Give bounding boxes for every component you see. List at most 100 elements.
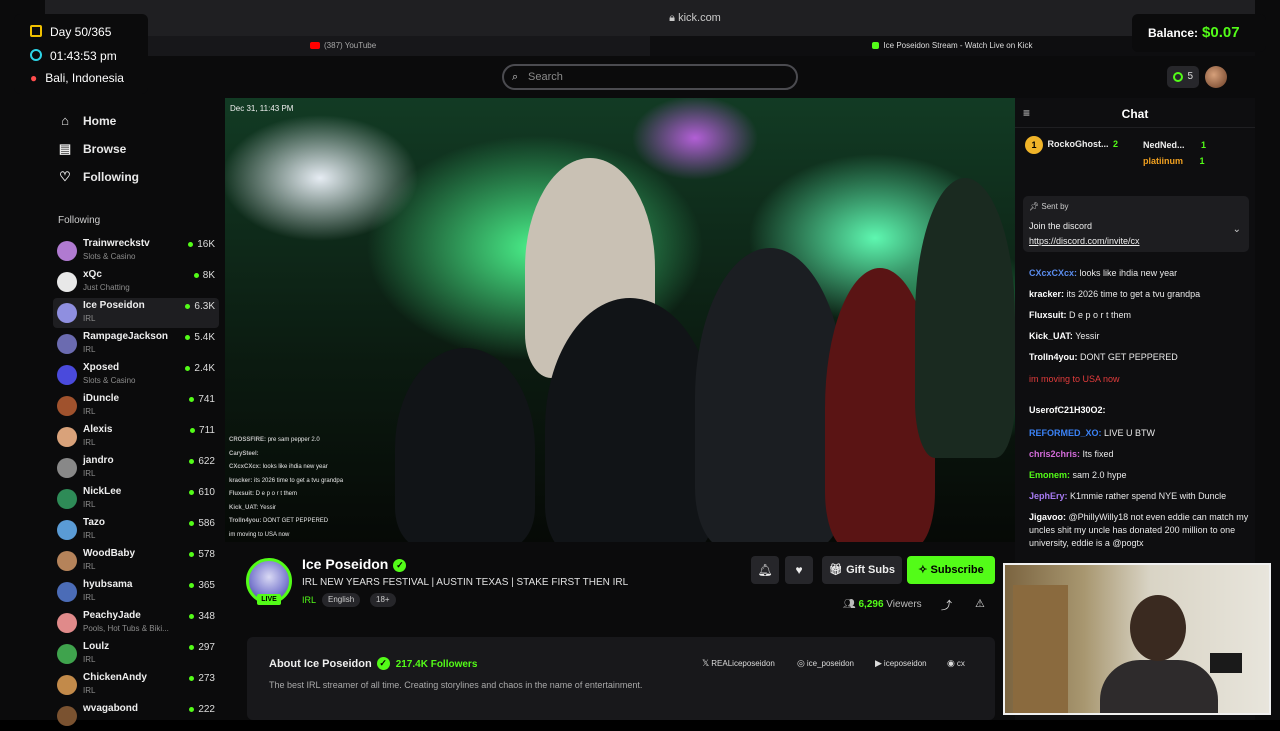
chat-header: ≡ Chat [1015, 98, 1255, 128]
following-item[interactable]: xQc Just Chatting 8K [53, 267, 219, 297]
chat-username[interactable]: UserofC21H30O2: [1029, 405, 1106, 415]
channel-category: IRL [83, 562, 96, 571]
social-discord[interactable]: ◉ cx [947, 658, 965, 669]
chat-username[interactable]: chris2chris: [1029, 449, 1080, 459]
address-bar[interactable]: 🔒︎ kick.com [605, 9, 785, 27]
channel-category: Slots & Casino [83, 376, 136, 385]
overlay-chat-line: CXcxCXcx: looks like ihdia new year [229, 464, 328, 470]
channel-avatar [57, 334, 77, 354]
following-item[interactable]: PeachyJade Pools, Hot Tubs & Biki... 348 [53, 608, 219, 638]
report-icon[interactable]: ⚠ [975, 597, 985, 610]
tag-language[interactable]: English [322, 593, 361, 607]
channel-name: Tazo [83, 517, 106, 528]
chat-message[interactable]: Kick_UAT: Yessir [1029, 330, 1249, 343]
chat-message[interactable]: Jigavoo: @PhillyWilly18 not even eddie c… [1029, 511, 1249, 550]
chat-username[interactable]: Fluxsuit: [1029, 310, 1067, 320]
following-item[interactable]: RampageJackson IRL 5.4K [53, 329, 219, 359]
channel-viewers: 273 [189, 673, 215, 684]
following-item[interactable]: ChickenAndy IRL 273 [53, 670, 219, 700]
channel-viewers: 8K [194, 270, 215, 281]
channel-avatar [57, 458, 77, 478]
channel-name: Loulz [83, 641, 110, 652]
streamer-name[interactable]: Ice Poseidon ✓ [302, 556, 407, 572]
chat-text: sam 2.0 hype [1072, 470, 1127, 480]
chat-message[interactable]: im moving to USA now [1029, 373, 1249, 386]
pinned-message[interactable]: 📌︎ Sent by Join the discord https://disc… [1023, 196, 1249, 252]
following-item[interactable]: Xposed Slots & Casino 2.4K [53, 360, 219, 390]
channel-name: Ice Poseidon [83, 300, 145, 311]
following-item[interactable]: Loulz IRL 297 [53, 639, 219, 669]
notifications-button[interactable]: 5 [1167, 66, 1199, 88]
overlay-chat-line: im moving to USA now [229, 531, 290, 538]
follow-button[interactable]: ♥ [785, 556, 813, 584]
search-input[interactable]: ⌕ Search [502, 64, 798, 90]
chat-message[interactable]: CXcxCXcx: looks like ihdia new year [1029, 267, 1249, 280]
stream-category[interactable]: IRL [302, 595, 316, 605]
following-item[interactable]: wvagabond 222 [53, 701, 219, 731]
following-item[interactable]: Alexis IRL 711 [53, 422, 219, 452]
channel-category: IRL [83, 655, 96, 664]
gift-subs-button[interactable]: 🎁︎ Gift Subs [822, 556, 902, 584]
chat-username[interactable]: REFORMED_XO: [1029, 428, 1102, 438]
channel-name: wvagabond [83, 703, 139, 714]
tab-youtube[interactable]: (387) YouTube [310, 36, 650, 56]
notify-button[interactable]: 🔔︎ [751, 556, 779, 584]
chat-username[interactable]: kracker: [1029, 289, 1064, 299]
social-x[interactable]: 𝕏 REALiceposeidon [702, 658, 775, 669]
chat-message[interactable]: REFORMED_XO: LIVE U BTW [1029, 427, 1249, 440]
following-item[interactable]: NickLee IRL 610 [53, 484, 219, 514]
video-chat-overlay: CROSSFIRE: pre sam pepper 2.0 CarySteel: … [229, 434, 379, 542]
video-player[interactable]: Dec 31, 11:43 PM CROSSFIRE: pre sam pepp… [225, 98, 1015, 542]
leaderboard-second: NedNed... 1 [1143, 140, 1207, 150]
following-item[interactable]: iDuncle IRL 741 [53, 391, 219, 421]
chat-username[interactable]: CXcxCXcx: [1029, 268, 1077, 278]
calendar-icon [30, 25, 42, 37]
social-youtube[interactable]: ▶ iceposeidon [875, 658, 927, 669]
chat-message[interactable]: JephEry: K1mmie rather spend NYE with Du… [1029, 490, 1249, 503]
channel-avatar [57, 582, 77, 602]
chat-message[interactable]: chris2chris: Its fixed [1029, 448, 1249, 461]
share-icon[interactable]: ⤴ [941, 597, 952, 613]
following-item[interactable]: jandro IRL 622 [53, 453, 219, 483]
channel-avatar [57, 489, 77, 509]
home-icon: ⌂ [61, 113, 69, 128]
following-item[interactable]: Tazo IRL 586 [53, 515, 219, 545]
nav-following[interactable]: ♡ Following [55, 165, 139, 189]
channel-avatar [57, 241, 77, 261]
chat-message[interactable]: Trolln4you: DONT GET PEPPERED [1029, 351, 1249, 364]
chat-message[interactable]: kracker: its 2026 time to get a tvu gran… [1029, 288, 1249, 301]
video-figure [545, 298, 715, 542]
chat-message[interactable]: Fluxsuit: D e p o r t them [1029, 309, 1249, 322]
chat-username[interactable]: Kick_UAT: [1029, 331, 1073, 341]
following-item[interactable]: Trainwreckstv Slots & Casino 16K [53, 236, 219, 266]
youtube-icon [310, 42, 320, 50]
heart-icon: ♥ [795, 563, 803, 577]
youtube-icon: ▶ [875, 658, 882, 668]
discord-link[interactable]: https://discord.com/invite/cx [1029, 236, 1140, 246]
chat-message[interactable]: Emonem: sam 2.0 hype [1029, 469, 1249, 482]
nav-home[interactable]: ⌂ Home [55, 109, 116, 133]
channel-category: IRL [83, 500, 96, 509]
user-avatar[interactable] [1205, 66, 1227, 88]
stream-info: LIVE Ice Poseidon ✓ IRL NEW YEARS FESTIVA… [225, 542, 1015, 720]
about-heading: About Ice Poseidon ✓ 217.4K Followers [269, 657, 478, 670]
chat-username[interactable]: JephEry: [1029, 491, 1068, 501]
chat-username[interactable]: Jigavoo: [1029, 512, 1066, 522]
leaderboard-third: platiinum 1 [1143, 156, 1205, 166]
chevron-down-icon[interactable]: ⌄ [1233, 224, 1241, 235]
channel-name: RampageJackson [83, 331, 169, 342]
channel-viewers: 6.3K [185, 301, 215, 312]
chat-username[interactable]: Emonem: [1029, 470, 1070, 480]
following-item[interactable]: hyubsama IRL 365 [53, 577, 219, 607]
chat-username[interactable]: Trolln4you: [1029, 352, 1078, 362]
following-item[interactable]: Ice Poseidon IRL 6.3K [53, 298, 219, 328]
channel-category: Pools, Hot Tubs & Biki... [83, 624, 169, 633]
nav-browse[interactable]: ▤ Browse [55, 137, 127, 161]
following-item[interactable]: WoodBaby IRL 578 [53, 546, 219, 576]
social-instagram[interactable]: ◎ ice_poseidon [797, 658, 854, 669]
subscribe-button[interactable]: ✧ Subscribe [907, 556, 995, 584]
location-pin-icon: ● [30, 71, 38, 85]
chat-message[interactable]: UserofC21H30O2: [1029, 404, 1249, 417]
channel-avatar [57, 706, 77, 726]
tag-age[interactable]: 18+ [370, 593, 396, 607]
